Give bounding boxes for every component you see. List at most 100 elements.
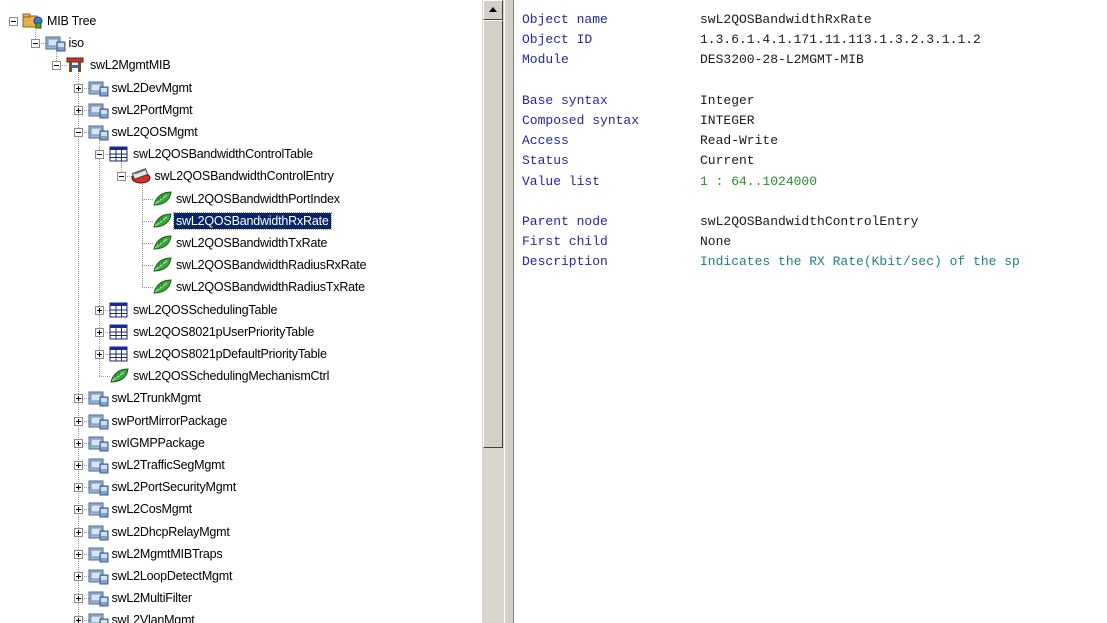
- expand-icon[interactable]: [73, 83, 83, 93]
- tree-node[interactable]: swL2QOSBandwidthPortIndex: [174, 188, 342, 210]
- tree-node[interactable]: swL2MgmtMIB: [88, 54, 172, 76]
- tree-node[interactable]: swL2LoopDetectMgmt: [110, 565, 235, 587]
- tree-node[interactable]: swL2QOSBandwidthControlTable: [131, 143, 315, 165]
- tree-node[interactable]: swL2QOSBandwidthTxRate: [174, 232, 329, 254]
- tree-node[interactable]: swL2MgmtMIBTraps: [110, 543, 225, 565]
- panel-splitter[interactable]: [504, 0, 514, 623]
- tree-node[interactable]: swL2DhcpRelayMgmt: [110, 521, 232, 543]
- tree-node-label[interactable]: swL2QOSSchedulingTable: [131, 302, 279, 318]
- tree-node-label[interactable]: swL2PortSecurityMgmt: [110, 479, 239, 495]
- tree-node[interactable]: swL2PortMgmt: [110, 99, 195, 121]
- info-value: DES3200-28-L2MGMT-MIB: [700, 52, 864, 68]
- tree-node-label[interactable]: swL2MgmtMIBTraps: [110, 546, 225, 562]
- tree-node[interactable]: swL2QOS8021pUserPriorityTable: [131, 321, 316, 343]
- tree-node-label[interactable]: swL2TrunkMgmt: [110, 390, 203, 406]
- scroll-thumb[interactable]: [483, 20, 503, 448]
- tree-node[interactable]: swL2QOSSchedulingMechanismCtrl: [131, 365, 331, 387]
- tree-node-label[interactable]: swPortMirrorPackage: [110, 413, 230, 429]
- tree-node-label[interactable]: swL2VlanMgmt: [110, 612, 197, 623]
- expand-icon[interactable]: [73, 461, 83, 470]
- tree-node[interactable]: swL2MultiFilter: [110, 587, 194, 609]
- entry-icon: [130, 167, 152, 185]
- tree-node-label[interactable]: swL2DhcpRelayMgmt: [110, 524, 232, 540]
- tree-node[interactable]: swL2DevMgmt: [110, 77, 194, 99]
- tree-node[interactable]: swL2CosMgmt: [110, 498, 194, 520]
- tree-node[interactable]: swL2VlanMgmt: [110, 609, 197, 623]
- mib-tree[interactable]: MIB Tree iso swL2MgmtMIB swL2DevMgmt swL2Por…: [0, 0, 482, 623]
- tree-node-label[interactable]: swL2TrafficSegMgmt: [110, 457, 227, 473]
- expand-icon[interactable]: [73, 505, 83, 515]
- tree-node-label[interactable]: iso: [67, 35, 86, 51]
- expand-icon[interactable]: [73, 394, 83, 404]
- expand-icon[interactable]: [73, 438, 83, 448]
- tree-node[interactable]: iso: [67, 32, 86, 54]
- tree-node-label[interactable]: MIB Tree: [45, 13, 98, 29]
- tree-node-label[interactable]: swL2QOSBandwidthRadiusRxRate: [174, 257, 368, 273]
- leaf-icon: [151, 234, 173, 252]
- tree-connector-line: [142, 176, 143, 288]
- collapse-icon[interactable]: [52, 61, 61, 71]
- folder-icon: [87, 123, 109, 141]
- tree-node[interactable]: MIB Tree: [45, 10, 98, 32]
- expand-icon[interactable]: [73, 105, 83, 115]
- tree-node[interactable]: swL2QOSSchedulingTable: [131, 299, 279, 321]
- table-icon: [108, 323, 130, 341]
- tree-node-label[interactable]: swL2QOS8021pDefaultPriorityTable: [131, 346, 329, 362]
- tree-node[interactable]: swL2QOS8021pDefaultPriorityTable: [131, 343, 329, 365]
- expand-icon[interactable]: [73, 616, 83, 623]
- tree-node-label[interactable]: swIGMPPackage: [110, 435, 207, 451]
- tree-node-label[interactable]: swL2MultiFilter: [110, 590, 194, 606]
- tree-node-label[interactable]: swL2CosMgmt: [110, 501, 194, 517]
- tree-node-label[interactable]: swL2QOSBandwidthRxRate: [173, 211, 332, 230]
- tree-node-label[interactable]: swL2DevMgmt: [110, 80, 194, 96]
- tree-node-label[interactable]: swL2QOSBandwidthPortIndex: [174, 191, 342, 207]
- folder-icon: [87, 545, 109, 563]
- collapse-icon[interactable]: [95, 150, 104, 160]
- info-value: Indicates the RX Rate(Kbit/sec) of the s…: [700, 254, 1020, 270]
- tree-node-label[interactable]: swL2QOSBandwidthControlEntry: [153, 168, 336, 184]
- info-value: swL2QOSBandwidthRxRate: [700, 12, 872, 27]
- tree-node-label[interactable]: swL2PortMgmt: [110, 102, 195, 118]
- tree-node[interactable]: swL2QOSBandwidthRadiusTxRate: [174, 276, 367, 298]
- expand-icon[interactable]: [73, 483, 83, 493]
- tree-node-label[interactable]: swL2LoopDetectMgmt: [110, 568, 235, 584]
- tree-node[interactable]: swL2QOSBandwidthRadiusRxRate: [174, 254, 368, 276]
- expand-icon[interactable]: [73, 416, 83, 426]
- collapse-icon[interactable]: [116, 172, 126, 182]
- tree-node[interactable]: swL2QOSMgmt: [110, 121, 200, 143]
- tree-node[interactable]: swL2PortSecurityMgmt: [110, 476, 239, 498]
- tree-node-label[interactable]: swL2MgmtMIB: [88, 57, 172, 73]
- expand-icon[interactable]: [73, 527, 83, 537]
- info-key: Description: [522, 254, 608, 270]
- tree-node-label[interactable]: swL2QOSMgmt: [110, 124, 200, 140]
- expand-icon[interactable]: [95, 327, 104, 337]
- tree-node-label[interactable]: swL2QOS8021pUserPriorityTable: [131, 324, 316, 340]
- tree-node-label[interactable]: swL2QOSBandwidthControlTable: [131, 146, 315, 162]
- mib-tree-panel[interactable]: MIB Tree iso swL2MgmtMIB swL2DevMgmt swL2Por…: [0, 0, 482, 623]
- expand-icon[interactable]: [95, 350, 104, 359]
- tree-node[interactable]: swL2QOSBandwidthRxRate: [173, 210, 332, 232]
- expand-icon[interactable]: [73, 549, 83, 559]
- expand-icon[interactable]: [73, 594, 83, 604]
- info-key: Status: [522, 153, 569, 169]
- tree-node[interactable]: swL2TrafficSegMgmt: [110, 454, 227, 476]
- collapse-icon[interactable]: [9, 17, 18, 26]
- tree-node[interactable]: swPortMirrorPackage: [110, 410, 230, 432]
- tree-node[interactable]: swL2QOSBandwidthControlEntry: [153, 165, 336, 187]
- tree-scrollbar[interactable]: [482, 0, 504, 623]
- tree-node-label[interactable]: swL2QOSBandwidthRadiusTxRate: [174, 279, 367, 295]
- collapse-icon[interactable]: [73, 128, 83, 137]
- tree-node[interactable]: swL2TrunkMgmt: [110, 387, 203, 409]
- scroll-up-button[interactable]: [483, 0, 503, 20]
- tree-node-label[interactable]: swL2QOSSchedulingMechanismCtrl: [131, 368, 331, 384]
- table-icon: [108, 301, 130, 319]
- leaf-icon: [151, 190, 173, 208]
- tree-node-label[interactable]: swL2QOSBandwidthTxRate: [174, 235, 329, 251]
- expand-icon[interactable]: [73, 572, 83, 581]
- tree-node[interactable]: swIGMPPackage: [110, 432, 207, 454]
- collapse-icon[interactable]: [30, 39, 40, 49]
- expand-icon[interactable]: [95, 305, 104, 315]
- info-value: Integer: [700, 92, 755, 108]
- info-key: Base syntax: [522, 92, 608, 108]
- info-key: Composed syntax: [522, 113, 640, 128]
